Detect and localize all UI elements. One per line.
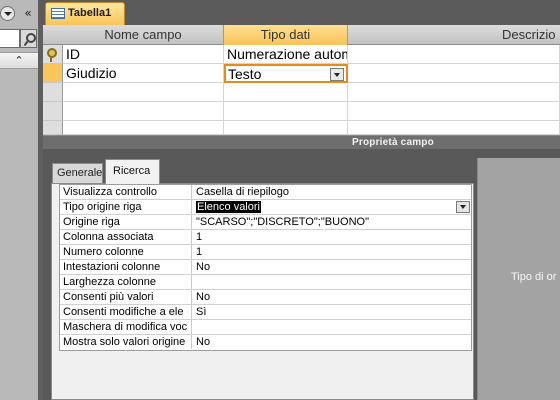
property-label: Larghezza colonne xyxy=(60,275,192,289)
design-grid: Nome campo Tipo dati Descrizio ID Numera… xyxy=(43,25,560,135)
row-selector[interactable] xyxy=(43,102,63,121)
property-value[interactable] xyxy=(193,275,473,289)
empty-cell[interactable] xyxy=(224,102,348,121)
collapse-nav-button[interactable]: « xyxy=(20,5,36,21)
column-header-data-type[interactable]: Tipo dati xyxy=(224,25,348,45)
row-selector[interactable] xyxy=(43,45,63,64)
property-row[interactable]: Intestazioni colonne No xyxy=(60,260,471,275)
table-icon xyxy=(51,8,65,19)
property-label: Maschera di modifica voc xyxy=(60,320,192,334)
property-label: Colonna associata xyxy=(60,230,192,244)
empty-cell[interactable] xyxy=(224,121,348,135)
empty-cell[interactable] xyxy=(348,102,560,121)
properties-panel: Visualizza controllo Casella di riepilogo… xyxy=(51,183,474,400)
description-cell[interactable] xyxy=(348,64,560,83)
nav-section-header[interactable]: ⌃ xyxy=(0,52,38,69)
column-header-field-name[interactable]: Nome campo xyxy=(63,25,224,45)
property-row[interactable]: Visualizza controllo Casella di riepilogo xyxy=(60,185,471,200)
empty-cell[interactable] xyxy=(348,83,560,102)
row-selector[interactable] xyxy=(43,121,63,135)
property-row[interactable]: Consenti modifiche a ele Sì xyxy=(60,305,471,320)
property-label: Visualizza controllo xyxy=(60,185,192,199)
empty-cell[interactable] xyxy=(348,121,560,135)
property-row[interactable]: Maschera di modifica voc xyxy=(60,320,471,335)
chevron-down-icon[interactable] xyxy=(330,68,344,81)
property-value[interactable]: No xyxy=(193,260,473,274)
selected-property-value[interactable]: Elenco valori xyxy=(196,201,261,213)
property-row[interactable]: Consenti più valori No xyxy=(60,290,471,305)
data-type-cell[interactable]: Numerazione automatica xyxy=(224,45,348,64)
property-row[interactable]: Origine riga "SCARSO";"DISCRETO";"BUONO" xyxy=(60,215,471,230)
search-icon[interactable] xyxy=(20,29,37,48)
empty-cell[interactable] xyxy=(63,102,224,121)
chevron-up-icon[interactable]: ⌃ xyxy=(11,53,27,69)
property-row[interactable]: Tipo origine riga Elenco valori xyxy=(60,200,471,215)
property-row[interactable]: Colonna associata 1 xyxy=(60,230,471,245)
property-value[interactable]: "SCARSO";"DISCRETO";"BUONO" xyxy=(193,215,473,229)
field-properties-pane: Generale Visualizza controllo Casella di … xyxy=(43,149,560,400)
property-value[interactable]: 1 xyxy=(193,245,473,259)
property-value[interactable]: 1 xyxy=(193,230,473,244)
tab-tabella1[interactable]: Tabella1 xyxy=(45,2,125,25)
document-tab-strip: Tabella1 xyxy=(38,0,560,25)
property-label: Numero colonne xyxy=(60,245,192,259)
row-selector-selected[interactable] xyxy=(43,64,63,83)
property-value[interactable]: Casella di riepilogo xyxy=(193,185,473,199)
property-label: Tipo origine riga xyxy=(60,200,192,214)
property-row[interactable]: Numero colonne 1 xyxy=(60,245,471,260)
nav-dropdown-button[interactable] xyxy=(0,6,15,21)
chevron-down-icon[interactable] xyxy=(456,201,470,213)
tab-ricerca[interactable]: Ricerca xyxy=(105,159,160,184)
empty-cell[interactable] xyxy=(224,83,348,102)
field-properties-title: Proprietà campo xyxy=(352,137,434,148)
navigation-pane: « ⌃ xyxy=(0,0,38,400)
property-value[interactable]: No xyxy=(193,290,473,304)
property-value[interactable]: No xyxy=(193,335,473,349)
property-value-combo[interactable]: Elenco valori xyxy=(193,200,473,214)
property-row[interactable]: Mostra solo valori origine No xyxy=(60,335,471,350)
grid-header: Nome campo Tipo dati Descrizio xyxy=(43,25,560,45)
properties-tabs-area: Generale Visualizza controllo Casella di … xyxy=(50,149,474,400)
empty-cell[interactable] xyxy=(63,83,224,102)
property-label: Mostra solo valori origine xyxy=(60,335,192,349)
field-properties-bar: Proprietà campo xyxy=(43,135,560,149)
property-label: Consenti modifiche a ele xyxy=(60,305,192,319)
property-help-pane: Tipo di or xyxy=(477,158,560,400)
tab-generale[interactable]: Generale xyxy=(52,163,103,184)
row-selector[interactable] xyxy=(43,83,63,102)
property-value[interactable]: Sì xyxy=(193,305,473,319)
data-type-value: Testo xyxy=(228,66,262,82)
primary-key-icon xyxy=(46,48,57,62)
property-label: Consenti più valori xyxy=(60,290,192,304)
help-text: Tipo di or xyxy=(511,271,557,283)
property-label: Origine riga xyxy=(60,215,192,229)
property-value[interactable] xyxy=(193,320,473,334)
property-sheet: Visualizza controllo Casella di riepilogo… xyxy=(59,184,472,351)
description-header-label: Descrizio xyxy=(502,27,556,42)
data-type-combo[interactable]: Testo xyxy=(224,64,348,83)
field-name-cell[interactable]: Giudizio xyxy=(63,64,224,83)
field-name-cell[interactable]: ID xyxy=(63,45,224,64)
column-header-description[interactable]: Descrizio xyxy=(348,25,560,45)
description-cell[interactable] xyxy=(348,45,560,64)
property-row[interactable]: Larghezza colonne xyxy=(60,275,471,290)
nav-search-input[interactable] xyxy=(0,29,20,48)
empty-cell[interactable] xyxy=(63,121,224,135)
property-label: Intestazioni colonne xyxy=(60,260,192,274)
tab-label: Tabella1 xyxy=(68,7,112,19)
